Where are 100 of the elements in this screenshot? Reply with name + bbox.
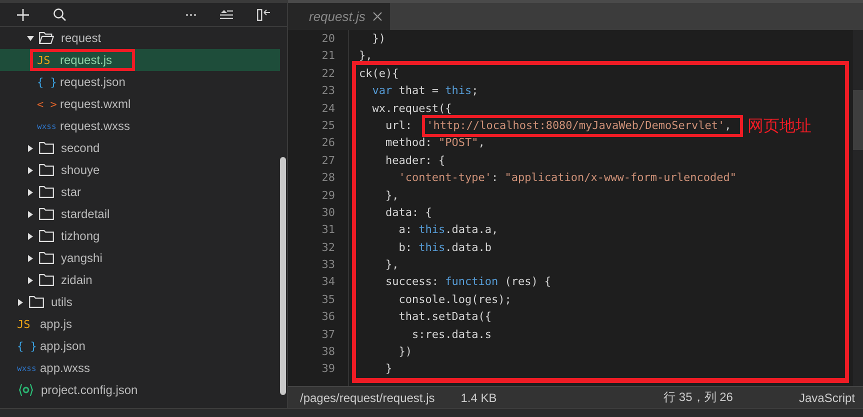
tree-item[interactable]: { } app.json [0,335,280,357]
tree-item[interactable]: yangshi [0,247,280,269]
code-line: } [384,361,392,378]
folder-icon [39,208,54,220]
file-name: request.json [60,75,126,89]
tree-item[interactable]: utils [0,291,280,313]
caret-right-icon[interactable] [27,166,34,174]
tree-item[interactable]: JS request.js [0,49,280,71]
line-number: 33 [320,257,336,274]
line-number: 29 [320,188,336,204]
caret-right-icon[interactable] [27,188,34,196]
caret-right-icon[interactable] [27,276,34,284]
folder-name: zidain [61,273,92,287]
tree-item[interactable]: shouye [0,159,280,181]
scrollbar-thumb[interactable] [853,90,863,150]
file-type-icon: JS [37,54,57,66]
code-line: url: [384,118,413,134]
code-line: ck(e){ [359,66,399,82]
tree-item[interactable]: wxss app.wxss [0,357,280,379]
line-number: 24 [320,100,336,117]
tree-item[interactable]: JS app.js [0,313,280,335]
folder-name: stardetail [61,207,110,221]
collapse-icon[interactable] [220,10,233,19]
line-number: 30 [320,204,336,221]
folder-name: shouye [61,163,100,177]
code-line: }, [359,48,372,64]
tree-item[interactable]: wxss request.wxss [0,115,280,137]
folder-name: yangshi [61,251,102,265]
line-number: 32 [320,240,336,256]
folder-icon [39,164,54,176]
url-string: 'http://localhost:8080/myJavaWeb/DemoServlet', [426,118,732,134]
editor-tab[interactable]: request.js [288,3,390,30]
file-name: app.wxss [40,361,90,375]
annotation-label: 网页地址 [747,116,812,134]
line-number: 37 [320,326,336,343]
tree-item[interactable]: tizhong [0,225,280,247]
line-number: 21 [320,48,336,64]
caret-right-icon[interactable] [27,144,34,152]
code-line: }, [384,188,399,204]
code-line: data: { [384,204,432,221]
file-type-icon: wxss [37,122,59,130]
folder-name: star [61,185,82,199]
code-line: wx.request({ [371,100,452,117]
code-line: }, [384,257,399,274]
folder-name: second [61,141,100,155]
tree-item[interactable]: second [0,137,280,159]
code-line: console.log(res); [398,292,512,308]
code-line: success: function (res) { [384,274,552,290]
caret-right-icon[interactable] [17,298,24,306]
caret-down-icon[interactable] [27,34,34,42]
code-line: }) [371,31,386,47]
file-name: request.wxss [60,119,130,133]
folder-name: tizhong [61,229,100,243]
search-icon[interactable] [53,8,66,21]
file-size: 1.4 KB [460,390,497,404]
close-icon[interactable] [373,12,382,21]
language-mode[interactable]: JavaScript [798,390,855,404]
caret-right-icon[interactable] [27,254,34,262]
line-number: 28 [320,170,336,186]
folder-icon [39,252,54,264]
code-line: s:res.data.s [410,326,492,343]
code-line: a: this.data.a, [398,222,498,238]
scrollbar-thumb[interactable] [280,157,286,395]
line-number: 38 [320,344,336,360]
caret-right-icon[interactable] [27,232,34,240]
folder-icon [39,142,54,154]
line-number: 20 [320,31,336,47]
line-number: 23 [320,83,336,100]
tree-item[interactable]: stardetail [0,203,280,225]
code-line: var that = this; [371,83,478,100]
tree-item[interactable]: { } request.json [0,71,280,93]
line-number: 31 [320,222,336,238]
line-number: 36 [320,309,336,326]
tree-item[interactable]: < > request.wxml [0,93,280,115]
folder-icon [39,32,54,44]
add-icon[interactable] [17,8,29,20]
file-name: project.config.json [41,383,138,397]
code-line: header: { [384,152,446,169]
file-name: app.json [40,339,86,353]
file-type-icon: wxss [17,364,39,372]
code-line: that.setData({ [398,309,492,326]
folder-icon [39,230,54,242]
tree-item[interactable]: star [0,181,280,203]
tree-item[interactable]: project.config.json [0,379,280,401]
split-panel-icon[interactable] [257,8,270,20]
line-number: 25 [320,118,336,134]
code-line: method: "POST", [384,135,485,152]
file-path: /pages/request/request.js [300,390,435,404]
file-type-icon: JS [17,318,37,330]
line-number: 26 [320,135,336,152]
file-type-icon: { } [37,76,57,88]
caret-right-icon[interactable] [27,210,34,218]
file-name: app.js [40,317,72,331]
file-type-icon: < > [37,98,57,110]
code-line: 'content-type': "application/x-www-form-urlencoded" [398,170,736,186]
line-number: 39 [320,361,336,378]
line-number: 27 [320,152,336,169]
tree-item[interactable]: zidain [0,269,280,291]
folder-name: request [61,31,102,45]
tree-item[interactable]: request [0,27,280,49]
